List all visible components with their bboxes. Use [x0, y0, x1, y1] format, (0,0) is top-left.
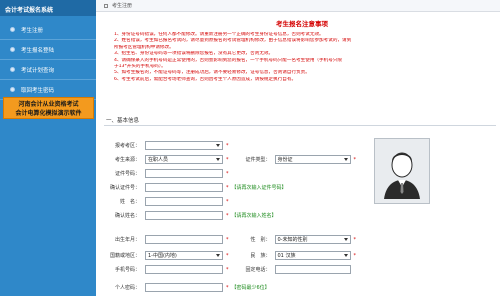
- sidebar-item-label: 取回考生密码: [21, 87, 55, 94]
- section-title: 一、基本信息: [104, 116, 496, 126]
- phone-label: 固定电话：: [245, 267, 271, 273]
- nationality-label: 国籍或地区：: [109, 253, 140, 259]
- chevron-down-icon: [216, 158, 220, 161]
- required-mark: *: [353, 156, 357, 163]
- exam-area-label: 报考考区：: [114, 143, 140, 149]
- required-mark: *: [226, 266, 229, 273]
- bullet-icon: [10, 87, 15, 92]
- mobile-input[interactable]: [145, 265, 223, 274]
- home-icon: [104, 3, 108, 8]
- required-mark: *: [353, 252, 357, 259]
- password-label: 个人密码：: [114, 285, 140, 291]
- breadcrumb-label: 考生注册: [112, 3, 133, 9]
- confirm-name-input[interactable]: [145, 211, 223, 220]
- ethnicity-value: 01 汉族: [277, 253, 296, 259]
- row-confirm-id: 确认证件号： * 【请再次输入证件号码】: [104, 182, 287, 193]
- row-password: 个人密码： * 【密码最少6位】: [104, 282, 270, 293]
- chevron-down-icon: [216, 144, 220, 147]
- required-mark: *: [226, 212, 229, 219]
- mobile-label: 手机号码：: [114, 267, 140, 273]
- name-label: 姓 名：: [119, 199, 140, 205]
- name-input[interactable]: [145, 197, 223, 206]
- bullet-icon: [10, 27, 15, 32]
- gender-value: 0-未知的性别: [277, 237, 308, 243]
- notice-line: 6、考生考试前后，需配合考场老师查询，否则因考生个人原因造成，请按规定执行自有。: [114, 76, 297, 82]
- nationality-select[interactable]: 1-中国(内地): [145, 251, 223, 260]
- notice-title: 考生报名注意事项: [276, 20, 328, 28]
- exam-type-label: 考生来源：: [114, 157, 140, 163]
- sidebar-item-login[interactable]: 考生报名登陆: [0, 40, 96, 60]
- sidebar-item-plan[interactable]: 考试计划查询: [0, 60, 96, 80]
- required-mark: *: [226, 236, 229, 243]
- required-mark: *: [226, 142, 229, 149]
- sidebar-item-label: 考生报名登陆: [21, 47, 55, 54]
- required-mark: *: [353, 236, 357, 243]
- id-number-input[interactable]: [145, 169, 223, 178]
- gender-label: 性 别：: [250, 237, 271, 243]
- notice-panel: 考生报名注意事项 1、身份证号码错误，任何人都不能修改。请重新注册另一个正确的考…: [104, 18, 500, 112]
- promo-banner[interactable]: 河南会计从业资格考试 会计电算化模拟演示软件: [3, 97, 94, 119]
- id-type-value: 身份证: [277, 157, 293, 163]
- chevron-down-icon: [343, 254, 348, 257]
- bullet-icon: [10, 47, 15, 52]
- birthday-label: 出生年月：: [114, 237, 140, 243]
- gender-select[interactable]: 0-未知的性别: [274, 235, 351, 244]
- breadcrumb: 考生注册: [96, 0, 500, 12]
- confirm-id-hint: 【请再次输入证件号码】: [231, 185, 287, 191]
- row-id-number: 证件号码： *: [104, 168, 229, 179]
- photo-placeholder[interactable]: [374, 138, 430, 204]
- sidebar-item-label: 考试计划查询: [21, 67, 55, 74]
- sidebar-item-label: 考生注册: [21, 27, 44, 34]
- ethnicity-select[interactable]: 01 汉族: [274, 251, 351, 260]
- row-name: 姓 名： *: [104, 196, 229, 207]
- row-mobile: 手机号码： * 固定电话：: [104, 264, 351, 275]
- password-hint: 【密码最少6位】: [231, 285, 270, 291]
- row-confirm-name: 确认姓名： * 【请再次输入姓名】: [104, 210, 277, 221]
- required-mark: *: [226, 198, 229, 205]
- row-nationality: 国籍或地区： 1-中国(内地) * 民 族： 01 汉族 *: [104, 250, 356, 261]
- password-input[interactable]: [145, 283, 223, 292]
- row-birthday: 出生年月： * 性 别： 0-未知的性别 *: [104, 234, 356, 245]
- ethnicity-label: 民 族：: [250, 253, 271, 259]
- birthday-input[interactable]: [145, 235, 223, 244]
- sidebar: 会计考试报名系统 考生注册 考生报名登陆 考试计划查询 取回考生密码 河南会计从…: [0, 0, 96, 296]
- exam-type-value: 在职人员: [148, 157, 169, 163]
- app-title: 会计考试报名系统: [0, 0, 96, 16]
- avatar-icon: [380, 143, 424, 199]
- chevron-down-icon: [343, 238, 348, 241]
- phone-input[interactable]: [274, 265, 351, 274]
- row-exam-type: 考生来源： 在职人员 * 证件类型： 身份证 *: [104, 154, 356, 165]
- sidebar-item-register[interactable]: 考生注册: [0, 20, 96, 40]
- required-mark: *: [226, 252, 229, 259]
- chevron-down-icon: [343, 158, 348, 161]
- id-number-label: 证件号码：: [114, 171, 140, 177]
- required-mark: *: [226, 156, 229, 163]
- confirm-name-label: 确认姓名：: [114, 213, 140, 219]
- required-mark: *: [226, 170, 229, 177]
- confirm-id-input[interactable]: [145, 183, 223, 192]
- row-exam-area: 报考考区： *: [104, 140, 229, 151]
- required-mark: *: [226, 284, 229, 291]
- exam-area-select[interactable]: [145, 141, 223, 150]
- chevron-down-icon: [216, 254, 220, 257]
- exam-type-select[interactable]: 在职人员: [145, 155, 223, 164]
- confirm-id-label: 确认证件号：: [109, 185, 140, 191]
- id-type-select[interactable]: 身份证: [274, 155, 351, 164]
- id-type-label: 证件类型：: [245, 157, 271, 163]
- required-mark: *: [226, 184, 229, 191]
- sidebar-menu: 考生注册 考生报名登陆 考试计划查询 取回考生密码: [0, 20, 96, 100]
- confirm-name-hint: 【请再次输入姓名】: [231, 213, 277, 219]
- nationality-value: 1-中国(内地): [148, 253, 177, 259]
- bullet-icon: [10, 67, 15, 72]
